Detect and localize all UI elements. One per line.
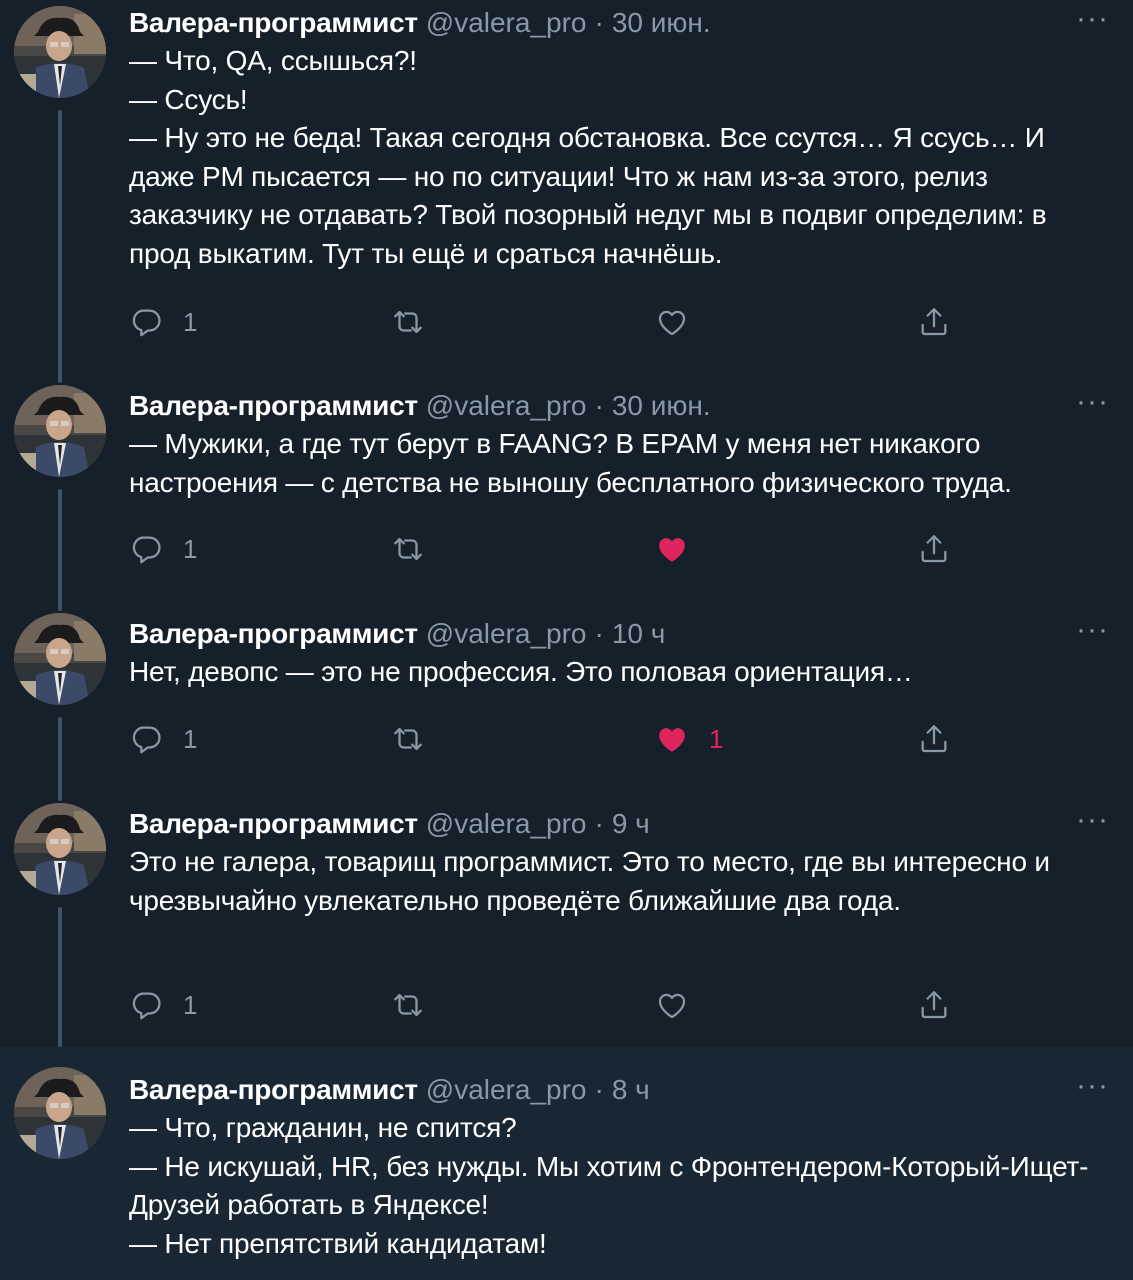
like-button[interactable] [655, 985, 689, 1025]
reply-count: 1 [183, 989, 198, 1020]
avatar[interactable] [14, 6, 106, 98]
author-handle[interactable]: @valera_pro [426, 805, 587, 843]
share-button[interactable] [917, 302, 951, 342]
avatar[interactable] [14, 613, 106, 705]
reply-button[interactable]: 1 [129, 302, 197, 342]
share-button[interactable] [917, 985, 951, 1025]
author-handle[interactable]: @valera_pro [426, 1071, 587, 1109]
author-handle[interactable]: @valera_pro [426, 4, 587, 42]
share-icon [917, 305, 951, 339]
like-count: 1 [709, 723, 724, 754]
heart-icon [655, 305, 689, 339]
reply-count: 1 [183, 306, 198, 337]
retweet-button[interactable] [391, 529, 425, 569]
tweet-text: Нет, девопс — это не профессия. Это поло… [129, 653, 1115, 692]
timestamp[interactable]: 30 июн. [612, 387, 711, 425]
tweet[interactable]: Валера-программист @valera_pro · 30 июн.… [0, 383, 1133, 611]
author-name[interactable]: Валера-программист [129, 615, 418, 653]
thread-line [58, 907, 62, 1047]
author-handle[interactable]: @valera_pro [426, 615, 587, 653]
reply-icon [129, 532, 163, 566]
reply-icon [129, 722, 163, 756]
author-name[interactable]: Валера-программист [129, 4, 418, 42]
reply-icon [129, 988, 163, 1022]
heart-icon [655, 988, 689, 1022]
avatar[interactable] [14, 803, 106, 895]
tweet-header: Валера-программист @valera_pro · 30 июн. [129, 387, 1115, 425]
tweet-line: — Что, QA, ссышься?! [129, 45, 417, 76]
timestamp[interactable]: 9 ч [612, 805, 650, 843]
heart-icon [655, 532, 689, 566]
tweet[interactable]: Валера-программист @valera_pro · 9 ч ···… [0, 801, 1133, 1047]
separator: · [594, 618, 604, 649]
retweet-button[interactable] [391, 719, 425, 759]
tweet-line: — Ну это не беда! Такая сегодня обстанов… [129, 122, 1047, 269]
author-name[interactable]: Валера-программист [129, 387, 418, 425]
like-button[interactable] [655, 302, 689, 342]
separator: · [594, 390, 604, 421]
separator: · [594, 1074, 604, 1105]
tweet-line: — Ссусь! [129, 83, 248, 115]
tweet-header: Валера-программист @valera_pro · 8 ч [129, 1071, 1115, 1109]
reply-button[interactable]: 1 [129, 529, 197, 569]
tweet-actions: 1 [129, 302, 969, 342]
more-icon[interactable]: ··· [1076, 805, 1109, 835]
thread-line [58, 110, 62, 383]
reply-button[interactable]: 1 [129, 719, 197, 759]
avatar[interactable] [14, 1067, 106, 1159]
reply-icon [129, 305, 163, 339]
more-icon[interactable]: ··· [1076, 615, 1109, 645]
thread-line [58, 489, 62, 611]
reply-button[interactable]: 1 [129, 985, 197, 1025]
tweet[interactable]: Валера-программист @valera_pro · 30 июн.… [0, 0, 1133, 383]
heart-icon [655, 722, 689, 756]
tweet-text: — Что, QA, ссышься?! — Ссусь! — Ну это н… [129, 42, 1115, 273]
tweet-text: — Что, гражданин, не спится? — Не искуша… [129, 1109, 1115, 1263]
tweet-line: — Мужики, а где тут берут в FAANG? В EPA… [129, 428, 1012, 498]
tweet-header: Валера-программист @valera_pro · 30 июн. [129, 4, 1115, 42]
thread-line [58, 717, 62, 801]
tweet-actions: 1 [129, 529, 969, 569]
like-button[interactable]: 1 [655, 719, 723, 759]
tweet-line: — Не искушай, HR, без нужды. Мы хотим с … [129, 1150, 1089, 1221]
tweet[interactable]: Валера-программист @valera_pro · 10 ч ··… [0, 611, 1133, 801]
timestamp[interactable]: 30 июн. [612, 4, 711, 42]
share-icon [917, 722, 951, 756]
author-name[interactable]: Валера-программист [129, 805, 418, 843]
tweet-header: Валера-программист @valera_pro · 10 ч [129, 615, 1115, 653]
share-button[interactable] [917, 529, 951, 569]
tweet-actions: 1 1 [129, 719, 969, 759]
reply-count: 1 [183, 533, 198, 564]
author-name[interactable]: Валера-программист [129, 1071, 418, 1109]
retweet-icon [391, 722, 425, 756]
avatar[interactable] [14, 385, 106, 477]
tweet-line: — Что, гражданин, не спится? [129, 1112, 517, 1143]
timestamp[interactable]: 10 ч [612, 615, 666, 653]
tweet-text: Это не галера, товарищ программист. Это … [129, 843, 1115, 920]
share-icon [917, 532, 951, 566]
tweet-line: Нет, девопс — это не профессия. Это поло… [129, 656, 913, 687]
tweet-actions: 1 [129, 985, 969, 1025]
separator: · [594, 808, 604, 839]
like-button[interactable] [655, 529, 689, 569]
reply-count: 1 [183, 723, 198, 754]
retweet-button[interactable] [391, 985, 425, 1025]
share-button[interactable] [917, 719, 951, 759]
tweet-line: — Нет препятствий кандидатам! [129, 1227, 547, 1259]
separator: · [594, 7, 604, 38]
tweet-text: — Мужики, а где тут берут в FAANG? В EPA… [129, 425, 1115, 502]
timestamp[interactable]: 8 ч [612, 1071, 650, 1109]
more-icon[interactable]: ··· [1076, 387, 1109, 417]
tweet-line: Это не галера, товарищ программист. Это … [129, 846, 1050, 916]
more-icon[interactable]: ··· [1076, 1071, 1109, 1101]
more-icon[interactable]: ··· [1076, 4, 1109, 34]
retweet-button[interactable] [391, 302, 425, 342]
share-icon [917, 988, 951, 1022]
retweet-icon [391, 305, 425, 339]
tweet-header: Валера-программист @valera_pro · 9 ч [129, 805, 1115, 843]
author-handle[interactable]: @valera_pro [426, 387, 587, 425]
retweet-icon [391, 988, 425, 1022]
retweet-icon [391, 532, 425, 566]
tweet-highlighted[interactable]: Валера-программист @valera_pro · 8 ч ···… [0, 1047, 1133, 1280]
